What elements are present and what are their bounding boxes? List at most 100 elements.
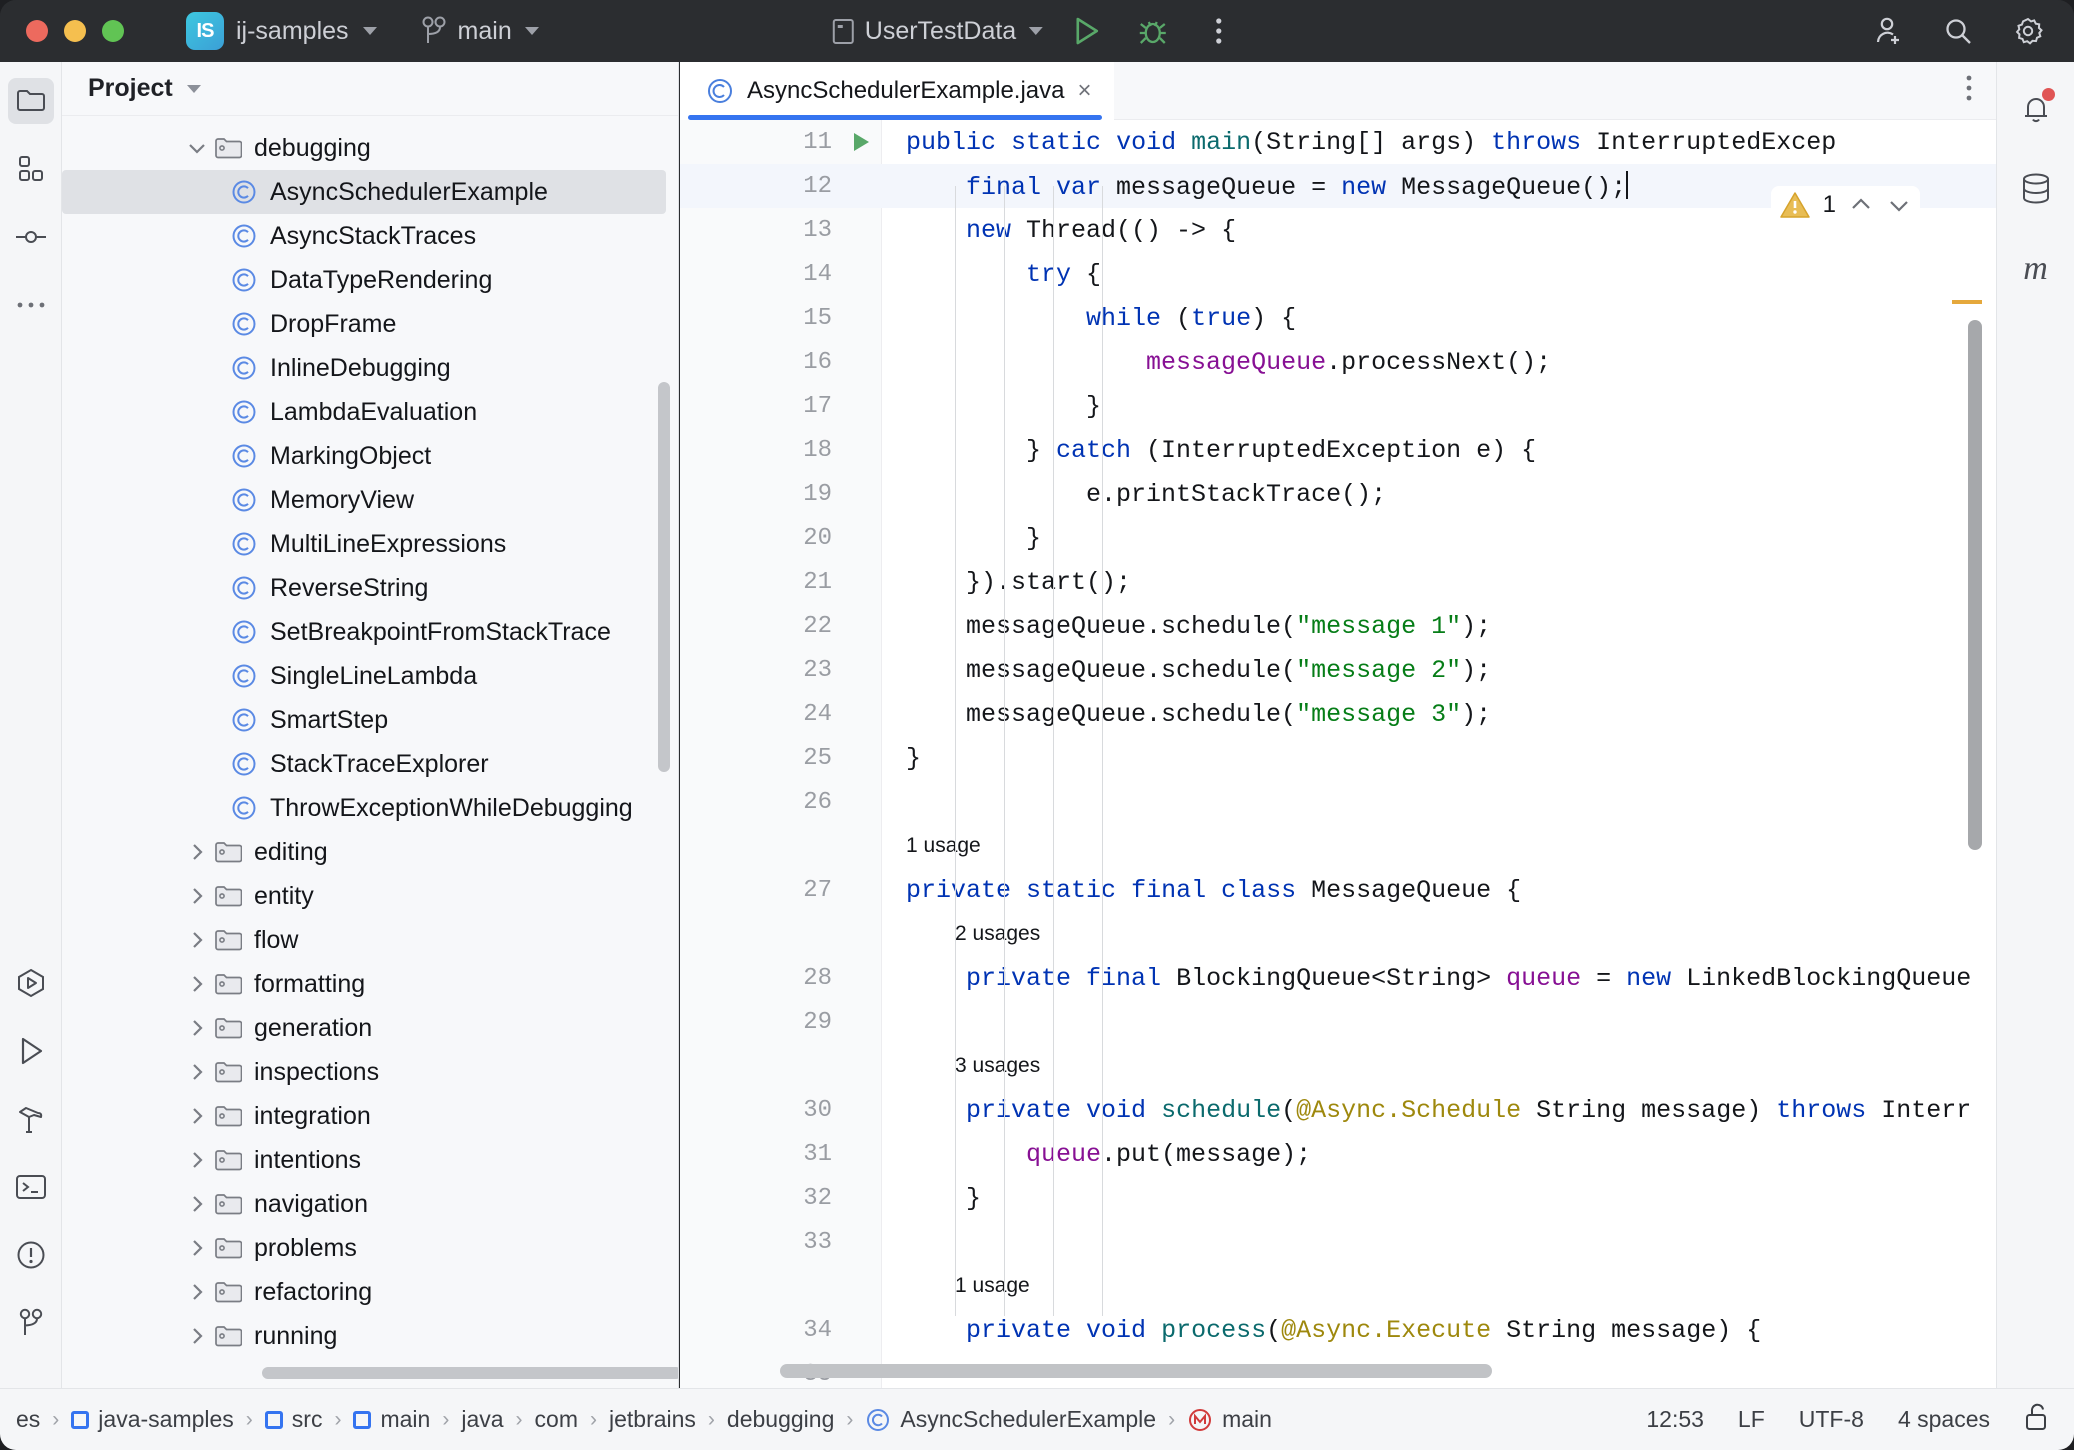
breadcrumb-item[interactable]: jetbrains [609,1406,696,1433]
database-tool-button[interactable] [2011,164,2061,214]
tree-class-SetBreakpointFromStackTrace[interactable]: SetBreakpointFromStackTrace [62,610,678,654]
editor-tab-options-button[interactable] [1964,74,1974,107]
line-number[interactable]: 15 [680,305,840,332]
code-editor[interactable]: 11 public static void main(String[] args)… [680,120,1996,1388]
code-line[interactable]: 27 private static final class MessageQueu… [680,868,1996,912]
line-number[interactable]: 17 [680,393,840,420]
chevron-right-icon[interactable] [180,1149,214,1171]
editor-tab[interactable]: AsyncSchedulerExample.java × [680,61,1114,120]
chevron-right-icon[interactable] [180,1193,214,1215]
chevron-right-icon[interactable] [180,929,214,951]
tree-class-MultiLineExpressions[interactable]: MultiLineExpressions [62,522,678,566]
code-line[interactable]: 16 messageQueue.processNext(); [680,340,1996,384]
maven-tool-button[interactable]: m [2011,244,2061,294]
line-number[interactable]: 11 [680,129,840,156]
tree-class-AsyncSchedulerExample[interactable]: AsyncSchedulerExample [62,170,666,214]
chevron-down-icon[interactable] [186,84,201,93]
line-number[interactable]: 27 [680,877,840,904]
sidebar-item-project[interactable] [7,78,54,124]
tree-folder-intentions[interactable]: intentions [62,1138,678,1182]
indent-setting[interactable]: 4 spaces [1898,1406,1990,1433]
tree-folder-problems[interactable]: problems [62,1226,678,1270]
breadcrumb-item[interactable]: debugging [727,1406,834,1433]
more-actions-button[interactable] [1197,9,1241,53]
run-configuration-selector[interactable]: UserTestData [832,17,1044,46]
line-number[interactable]: 13 [680,217,840,244]
line-number[interactable]: 22 [680,613,840,640]
code-line[interactable]: 31 queue.put(message); [680,1132,1996,1176]
breadcrumb-item[interactable]: main [353,1406,430,1433]
line-number[interactable]: 16 [680,349,840,376]
chevron-right-icon[interactable] [180,841,214,863]
close-window-button[interactable] [26,20,48,42]
tree-class-StackTraceExplorer[interactable]: StackTraceExplorer [62,742,678,786]
sidebar-item-services[interactable] [8,960,54,1006]
tree-folder-formatting[interactable]: formatting [62,962,678,1006]
chevron-up-icon[interactable] [1848,192,1874,218]
project-horizontal-scrollbar[interactable] [262,1367,678,1379]
tree-class-DataTypeRendering[interactable]: DataTypeRendering [62,258,678,302]
sidebar-item-terminal[interactable] [8,1164,54,1210]
code-line[interactable]: 11 public static void main(String[] args)… [680,120,1996,164]
tree-folder-refactoring[interactable]: refactoring [62,1270,678,1314]
line-number[interactable]: 18 [680,437,840,464]
tree-folder-flow[interactable]: flow [62,918,678,962]
file-encoding[interactable]: UTF-8 [1799,1406,1864,1433]
tree-class-DropFrame[interactable]: DropFrame [62,302,678,346]
breadcrumb-item[interactable]: java [461,1406,503,1433]
sidebar-item-version-control[interactable] [8,1300,54,1346]
tree-folder-inspections[interactable]: inspections [62,1050,678,1094]
chevron-down-icon[interactable] [1886,192,1912,218]
minimize-window-button[interactable] [64,20,86,42]
caret-position[interactable]: 12:53 [1646,1406,1704,1433]
line-number[interactable]: 20 [680,525,840,552]
line-separator[interactable]: LF [1738,1406,1765,1433]
line-number[interactable]: 26 [680,789,840,816]
chevron-right-icon[interactable] [180,973,214,995]
code-line[interactable]: 33 [680,1220,1996,1264]
chevron-right-icon[interactable] [180,1017,214,1039]
code-line[interactable]: 24 messageQueue.schedule("message 3"); [680,692,1996,736]
tree-class-SingleLineLambda[interactable]: SingleLineLambda [62,654,678,698]
line-number[interactable]: 30 [680,1097,840,1124]
inspection-widget[interactable]: 1 [1770,186,1920,224]
line-number[interactable]: 21 [680,569,840,596]
sidebar-item-commit[interactable] [8,214,54,260]
breadcrumb-item[interactable]: java-samples [71,1406,234,1433]
code-line[interactable]: 32 } [680,1176,1996,1220]
run-gutter-icon[interactable] [840,130,882,154]
branch-selector[interactable]: main [421,16,539,46]
tree-class-MemoryView[interactable]: MemoryView [62,478,678,522]
line-number[interactable]: 34 [680,1317,840,1344]
breadcrumb-item[interactable]: com [535,1406,578,1433]
line-number[interactable]: 32 [680,1185,840,1212]
code-line[interactable]: 28 private final BlockingQueue<String> q… [680,956,1996,1000]
code-line[interactable]: 20 } [680,516,1996,560]
line-number[interactable]: 29 [680,1009,840,1036]
code-line[interactable]: 29 [680,1000,1996,1044]
tree-folder-generation[interactable]: generation [62,1006,678,1050]
debug-button[interactable] [1131,9,1175,53]
line-number[interactable]: 33 [680,1229,840,1256]
breadcrumb-item[interactable]: es [16,1406,40,1433]
chevron-right-icon[interactable] [180,1061,214,1083]
code-line[interactable]: 34 private void process(@Async.Execute S… [680,1308,1996,1352]
tree-class-ReverseString[interactable]: ReverseString [62,566,678,610]
tree-class-InlineDebugging[interactable]: InlineDebugging [62,346,678,390]
tree-folder-running[interactable]: running [62,1314,678,1358]
breadcrumb-item[interactable]: AsyncSchedulerExample [865,1406,1156,1433]
tree-folder-integration[interactable]: integration [62,1094,678,1138]
line-number[interactable]: 14 [680,261,840,288]
close-icon[interactable]: × [1078,77,1092,105]
code-line[interactable]: 21 }).start(); [680,560,1996,604]
code-line[interactable]: 18 } catch (InterruptedException e) { [680,428,1996,472]
tree-folder-debugging[interactable]: debugging [62,126,678,170]
tree-folder-navigation[interactable]: navigation [62,1182,678,1226]
line-number[interactable]: 28 [680,965,840,992]
tree-class-AsyncStackTraces[interactable]: AsyncStackTraces [62,214,678,258]
chevron-right-icon[interactable] [180,1281,214,1303]
tree-folder-entity[interactable]: entity [62,874,678,918]
chevron-right-icon[interactable] [180,1237,214,1259]
code-line[interactable]: 14 try { [680,252,1996,296]
project-vertical-scrollbar[interactable] [658,382,670,772]
